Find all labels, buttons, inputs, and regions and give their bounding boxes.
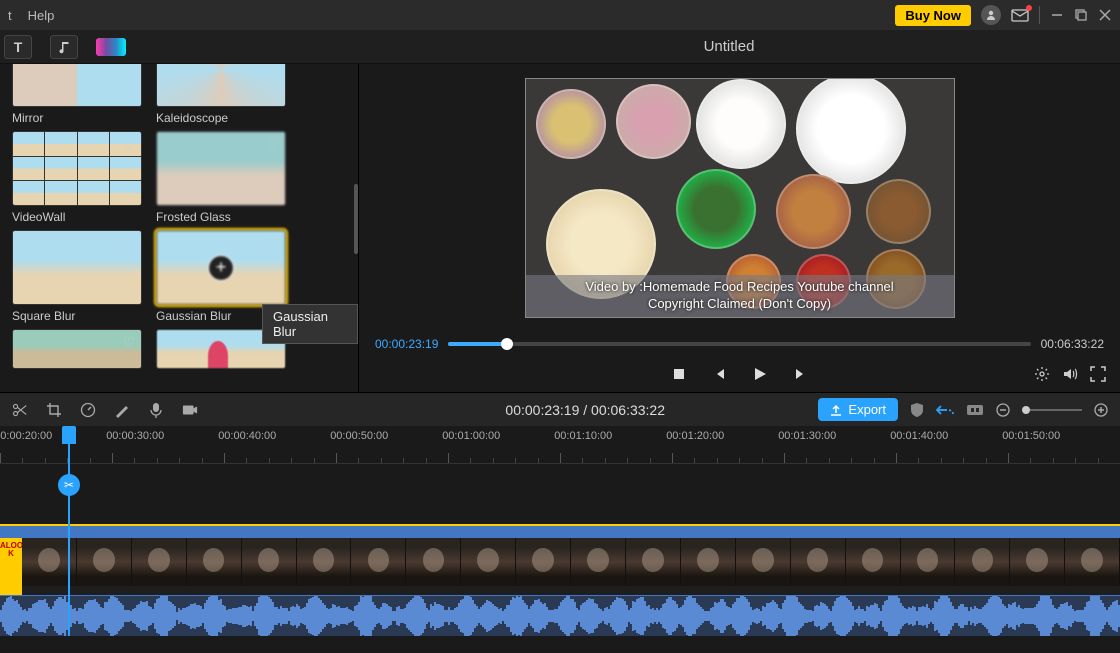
play-button[interactable]	[752, 366, 768, 382]
stop-button[interactable]	[672, 367, 686, 381]
menu-item-t[interactable]: t	[8, 8, 12, 23]
effect-kaleidoscope[interactable]: ♡ Kaleidoscope	[156, 64, 286, 125]
media-tabbar: T Untitled	[0, 30, 1120, 64]
zoom-out-icon[interactable]	[996, 403, 1010, 417]
zoom-in-icon[interactable]	[1094, 403, 1108, 417]
text-tool-tab[interactable]: T	[4, 35, 32, 59]
effect-more[interactable]: ♡	[12, 329, 142, 369]
settings-icon[interactable]	[1034, 366, 1050, 382]
playhead[interactable]: ✂	[68, 426, 70, 636]
account-icon[interactable]	[981, 5, 1001, 25]
export-button[interactable]: Export	[818, 398, 898, 421]
effect-label: Frosted Glass	[156, 210, 286, 224]
notification-icon[interactable]	[1011, 8, 1029, 22]
scissors-icon[interactable]: ✂	[58, 474, 80, 496]
current-time-label: 00:00:23:19	[375, 337, 438, 351]
heart-icon[interactable]: ♡	[122, 235, 135, 252]
effect-frosted-glass[interactable]: ♡ Frosted Glass	[156, 131, 286, 224]
crop-icon[interactable]	[46, 402, 62, 418]
audio-tab[interactable]	[50, 35, 78, 59]
fullscreen-icon[interactable]	[1090, 366, 1106, 382]
heart-icon[interactable]: ♡	[122, 136, 135, 153]
timeline-timecode: 00:00:23:19 / 00:06:33:22	[370, 402, 800, 418]
frame-back-button[interactable]	[712, 367, 726, 381]
timeline-ruler[interactable]: 00:00:20:0000:00:30:0000:00:40:0000:00:5…	[0, 426, 1120, 464]
heart-icon[interactable]: ♡	[266, 235, 279, 252]
effect-tooltip: Gaussian Blur	[262, 304, 358, 344]
effect-mirror[interactable]: ♡ Mirror	[12, 64, 142, 125]
heart-icon[interactable]: ♡	[122, 334, 135, 351]
effect-videowall[interactable]: ♡ VideoWall	[12, 131, 142, 224]
menu-item-help[interactable]: Help	[28, 8, 55, 23]
minimize-button[interactable]	[1050, 9, 1064, 21]
effect-label: Square Blur	[12, 309, 142, 323]
video-caption: Video by :Homemade Food Recipes Youtube …	[526, 275, 954, 317]
record-screen-icon[interactable]	[182, 403, 198, 417]
effects-tab[interactable]	[96, 38, 126, 56]
effect-label: Mirror	[12, 111, 142, 125]
seek-slider[interactable]	[448, 342, 1030, 346]
add-effect-button[interactable]: +	[208, 255, 234, 281]
color-grade-icon[interactable]	[114, 402, 130, 418]
close-button[interactable]	[1098, 9, 1112, 21]
maximize-button[interactable]	[1074, 9, 1088, 21]
fit-icon[interactable]	[966, 404, 984, 416]
undo-icon[interactable]	[936, 403, 954, 417]
speed-icon[interactable]	[80, 402, 96, 418]
shield-icon[interactable]	[910, 402, 924, 418]
frame-forward-button[interactable]	[794, 367, 808, 381]
heart-icon[interactable]: ♡	[266, 136, 279, 153]
preview-panel: Video by :Homemade Food Recipes Youtube …	[358, 64, 1120, 392]
zoom-slider[interactable]	[1022, 409, 1082, 411]
menubar: t Help Buy Now	[0, 0, 1120, 30]
preview-video[interactable]: Video by :Homemade Food Recipes Youtube …	[525, 78, 955, 318]
audio-track[interactable]	[0, 596, 1120, 636]
video-track[interactable]: ALOO K	[0, 524, 1120, 596]
effect-label: VideoWall	[12, 210, 142, 224]
effect-square-blur[interactable]: ♡ Square Blur	[12, 230, 142, 323]
voiceover-icon[interactable]	[148, 402, 164, 418]
timeline-toolbar: 00:00:23:19 / 00:06:33:22 Export	[0, 392, 1120, 426]
effect-label: Kaleidoscope	[156, 111, 286, 125]
split-icon[interactable]	[12, 402, 28, 418]
divider	[1039, 6, 1040, 24]
volume-icon[interactable]	[1062, 366, 1078, 382]
clip-handle[interactable]: ALOO K	[0, 538, 22, 595]
buy-now-button[interactable]: Buy Now	[895, 5, 971, 26]
project-title: Untitled	[358, 38, 1120, 55]
timeline[interactable]: 00:00:20:0000:00:30:0000:00:40:0000:00:5…	[0, 426, 1120, 636]
effects-panel: ♡ Mirror ♡ Kaleidoscope ♡ VideoWall ♡ Fr…	[0, 64, 358, 392]
duration-label: 00:06:33:22	[1041, 337, 1104, 351]
scrollbar-thumb[interactable]	[354, 184, 358, 254]
seek-knob[interactable]	[501, 338, 513, 350]
